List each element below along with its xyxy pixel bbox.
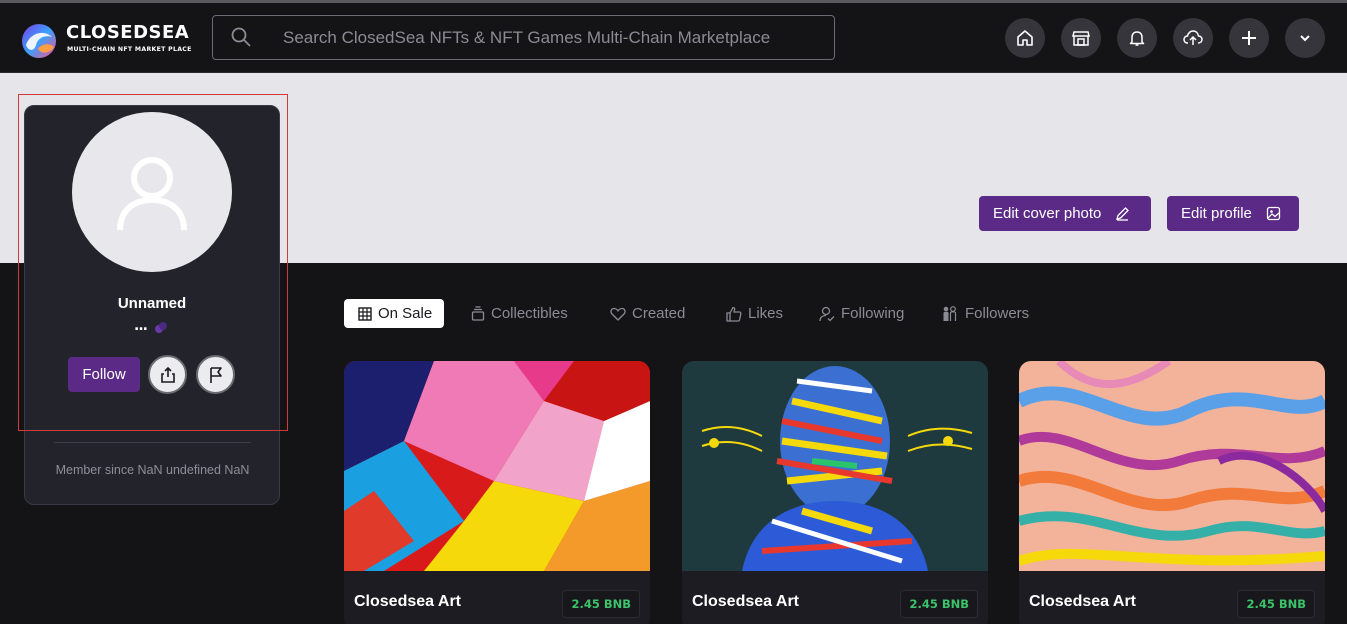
edit-cover-photo-label: Edit cover photo bbox=[993, 205, 1102, 222]
chevron-down-icon bbox=[1300, 35, 1310, 42]
nft-card[interactable]: Closedsea Art 2.45 BNB bbox=[344, 361, 650, 624]
follow-button[interactable]: Follow bbox=[68, 357, 140, 392]
edit-profile-label: Edit profile bbox=[1181, 205, 1252, 222]
tab-followers-label: Followers bbox=[965, 305, 1030, 322]
bell-icon bbox=[1129, 31, 1145, 46]
nft-price: 2.45 BNB bbox=[562, 590, 640, 618]
logo-title: CLOSEDSEA bbox=[66, 22, 190, 43]
user-check-icon bbox=[819, 306, 835, 322]
nft-name: Closedsea Art bbox=[1029, 593, 1136, 610]
tab-on-sale-label: On Sale bbox=[378, 305, 433, 322]
top-navbar: CLOSEDSEA MULTI-CHAIN NFT MARKET PLACE bbox=[0, 3, 1347, 73]
edit-profile-button[interactable]: Edit profile bbox=[1167, 196, 1299, 231]
tab-following-label: Following bbox=[841, 305, 905, 322]
tab-created[interactable]: Created bbox=[610, 299, 685, 328]
heart-icon bbox=[610, 307, 626, 321]
logo-subtitle: MULTI-CHAIN NFT MARKET PLACE bbox=[67, 46, 192, 53]
share-icon bbox=[160, 366, 175, 383]
users-icon bbox=[941, 305, 959, 322]
nft-card[interactable]: Closedsea Art 2.45 BNB bbox=[682, 361, 988, 624]
closedsea-logo-icon bbox=[22, 24, 56, 58]
notifications-button[interactable] bbox=[1117, 18, 1157, 58]
tab-followers[interactable]: Followers bbox=[941, 299, 1029, 328]
tab-collectibles-label: Collectibles bbox=[491, 305, 568, 322]
wallet-address[interactable]: ... bbox=[134, 318, 148, 334]
member-since-text: Member since NaN undefined NaN bbox=[55, 463, 250, 477]
tab-likes-label: Likes bbox=[748, 305, 784, 322]
logo[interactable]: CLOSEDSEA MULTI-CHAIN NFT MARKET PLACE bbox=[18, 19, 208, 63]
search-bar bbox=[212, 15, 835, 60]
profile-username: Unnamed bbox=[117, 295, 187, 312]
profile-divider bbox=[54, 442, 251, 443]
search-icon bbox=[231, 27, 251, 51]
tab-collectibles[interactable]: Collectibles bbox=[471, 299, 568, 328]
nft-name: Closedsea Art bbox=[692, 593, 799, 610]
search-input[interactable] bbox=[283, 16, 823, 59]
nft-price: 2.45 BNB bbox=[1237, 590, 1315, 618]
avatar[interactable] bbox=[72, 112, 232, 272]
nft-image bbox=[682, 361, 988, 571]
pencil-icon bbox=[1115, 206, 1130, 221]
image-icon bbox=[1266, 206, 1281, 221]
nft-image bbox=[344, 361, 650, 571]
thumbs-up-icon bbox=[726, 306, 742, 322]
nft-price: 2.45 BNB bbox=[900, 590, 978, 618]
home-button[interactable] bbox=[1005, 18, 1045, 58]
account-menu-button[interactable] bbox=[1285, 18, 1325, 58]
tab-likes[interactable]: Likes bbox=[726, 299, 783, 328]
nft-card[interactable]: Closedsea Art 2.45 BNB bbox=[1019, 361, 1325, 624]
plus-icon bbox=[1242, 31, 1256, 45]
share-button[interactable] bbox=[148, 355, 187, 394]
collection-icon bbox=[471, 305, 485, 322]
tab-created-label: Created bbox=[632, 305, 686, 322]
create-button[interactable] bbox=[1229, 18, 1269, 58]
report-button[interactable] bbox=[196, 355, 235, 394]
store-icon bbox=[1072, 31, 1090, 46]
upload-button[interactable] bbox=[1173, 18, 1213, 58]
tab-on-sale[interactable]: On Sale bbox=[344, 299, 445, 328]
nft-image bbox=[1019, 361, 1325, 571]
user-placeholder-icon bbox=[117, 157, 187, 231]
chain-icon bbox=[155, 322, 167, 333]
grid-icon bbox=[358, 306, 372, 321]
flag-icon bbox=[209, 366, 222, 383]
edit-cover-photo-button[interactable]: Edit cover photo bbox=[979, 196, 1151, 231]
upload-cloud-icon bbox=[1183, 30, 1203, 45]
home-icon bbox=[1017, 30, 1033, 46]
nft-name: Closedsea Art bbox=[354, 593, 461, 610]
marketplace-button[interactable] bbox=[1061, 18, 1101, 58]
tab-following[interactable]: Following bbox=[819, 299, 904, 328]
